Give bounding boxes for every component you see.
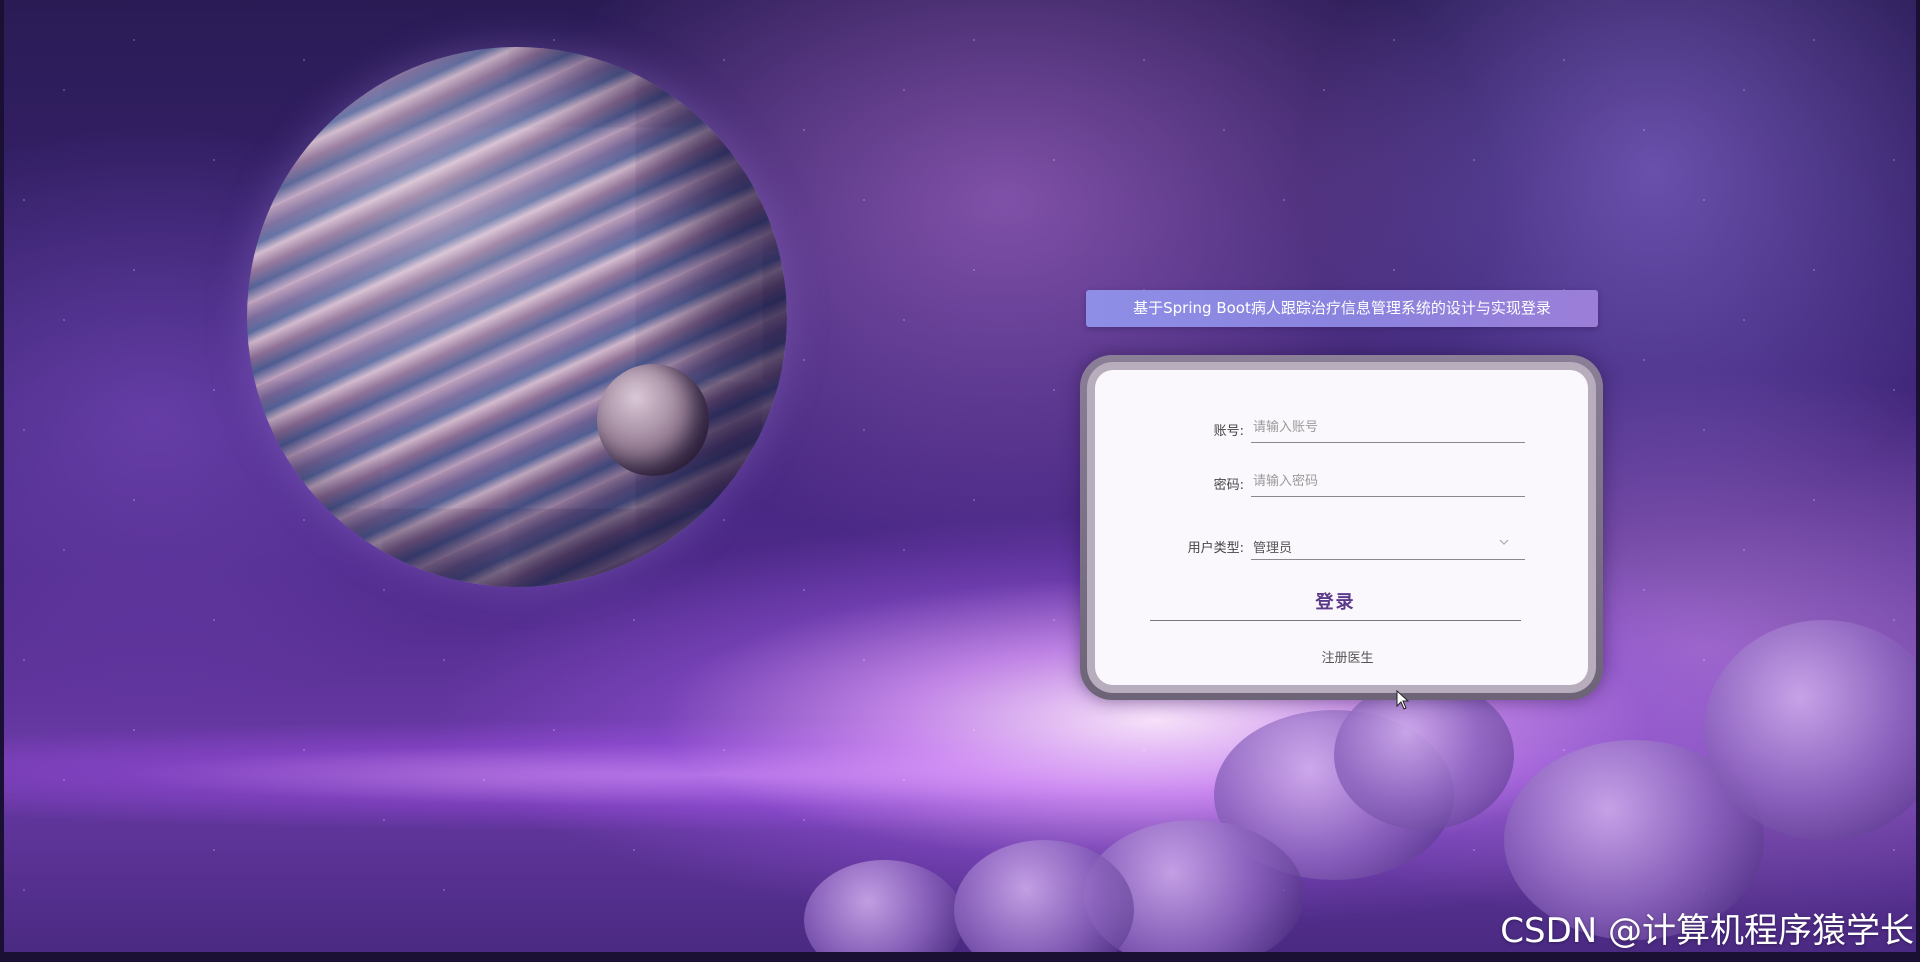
login-card-border: 账号: 密码: 用户类型: 管理员 登录 注册医生 [1087, 362, 1596, 693]
moon-image [597, 364, 709, 476]
password-row: 密码: [1095, 462, 1588, 502]
password-input[interactable] [1251, 466, 1525, 497]
password-label: 密码: [1213, 478, 1244, 493]
register-doctor-link[interactable]: 注册医生 [1095, 647, 1588, 666]
account-input[interactable] [1251, 412, 1525, 443]
login-button[interactable]: 登录 [1150, 581, 1521, 621]
user-type-select[interactable] [1251, 529, 1525, 560]
csdn-watermark: CSDN @计算机程序猿学长 [1500, 911, 1914, 951]
login-card: 账号: 密码: 用户类型: 管理员 登录 注册医生 [1080, 355, 1603, 700]
mouse-cursor-icon [1396, 690, 1410, 710]
cloud [1334, 680, 1514, 830]
account-row: 账号: [1095, 408, 1588, 448]
login-title: 基于Spring Boot病人跟踪治疗信息管理系统的设计与实现登录 [1086, 290, 1598, 327]
account-label: 账号: [1213, 424, 1244, 439]
user-type-label: 用户类型: [1187, 541, 1244, 556]
planet-image [247, 47, 787, 587]
login-form: 账号: 密码: 用户类型: 管理员 登录 注册医生 [1095, 370, 1588, 685]
chevron-down-icon[interactable] [1497, 535, 1511, 549]
user-type-row: 用户类型: 管理员 [1095, 525, 1588, 565]
space-background [4, 0, 1916, 952]
login-page: 基于Spring Boot病人跟踪治疗信息管理系统的设计与实现登录 账号: 密码… [0, 0, 1920, 962]
user-type-value: 管理员 [1253, 541, 1293, 556]
